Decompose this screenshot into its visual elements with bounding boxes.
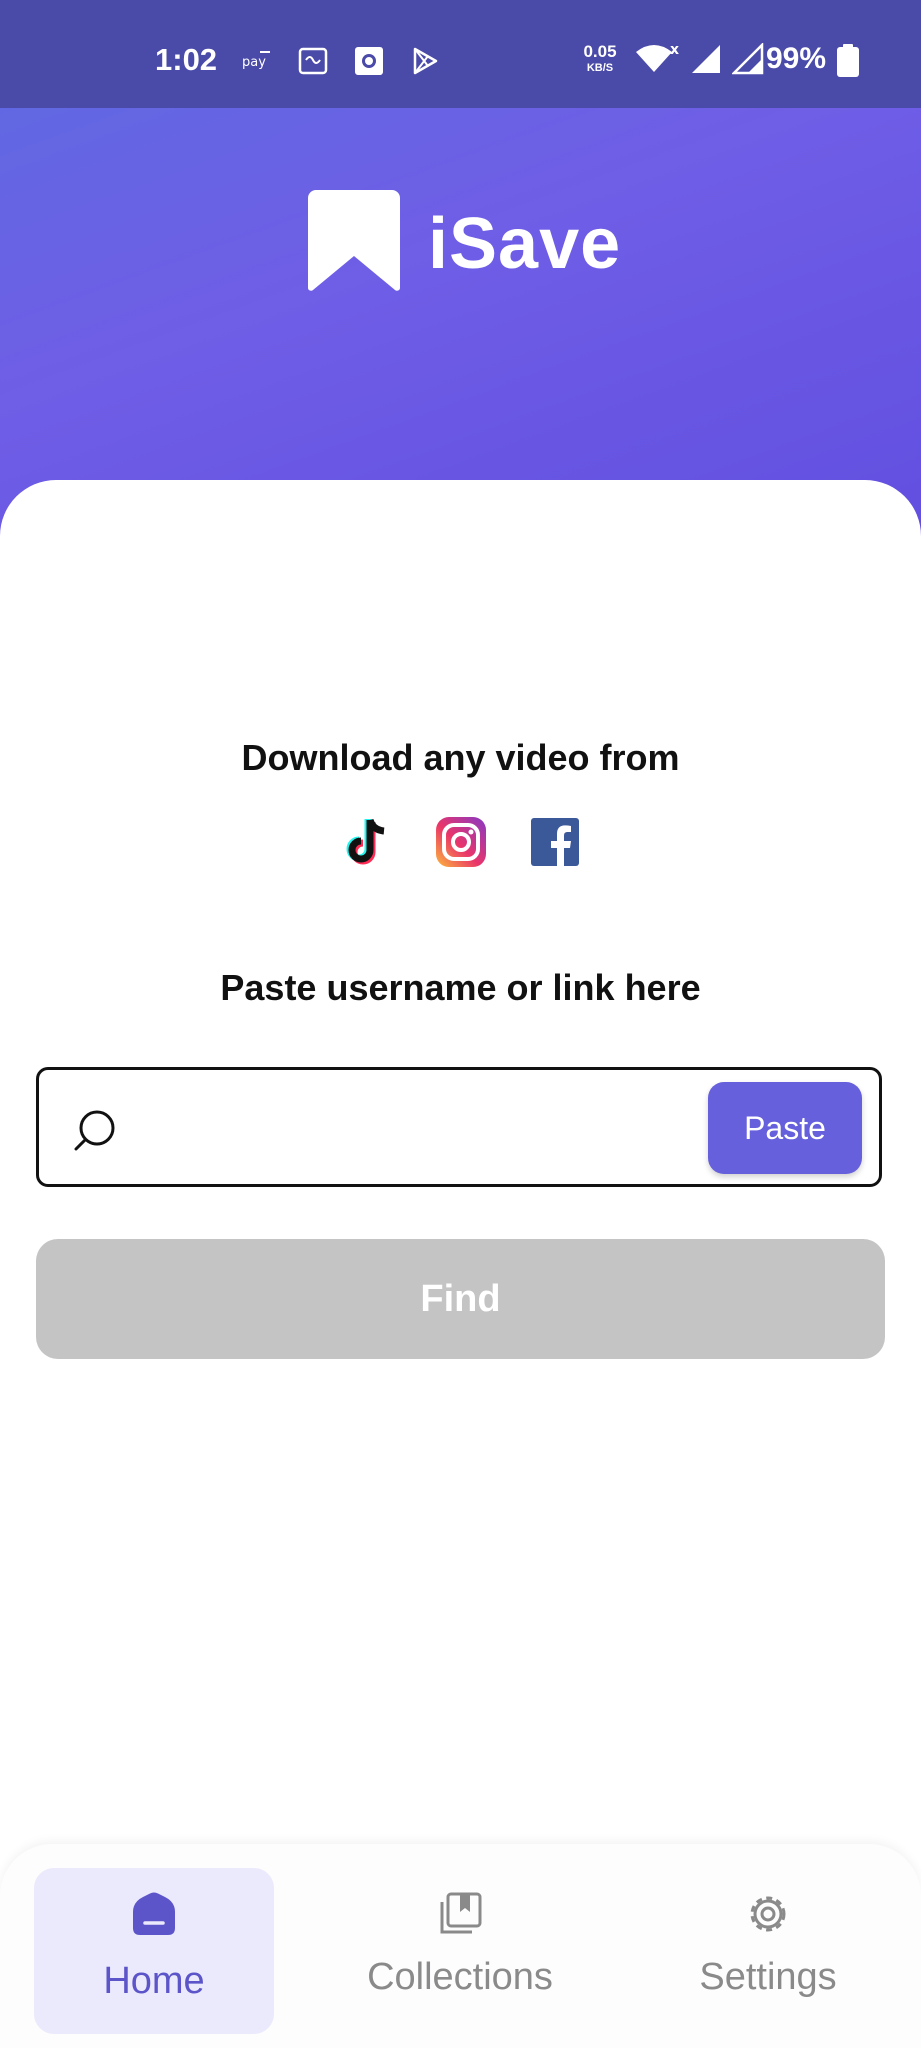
collections-icon [436,1890,484,1938]
nav-settings-label: Settings [699,1956,837,1998]
airtel-pay-icon: pay [240,44,274,78]
battery-percentage: 99% [766,42,827,75]
search-input[interactable] [139,1090,733,1168]
net-speed-value: 0.05 [583,42,617,61]
paste-button[interactable]: Paste [708,1082,862,1174]
app-header: 1:02 pay 0.05 KB/S x 99% iSave [0,0,921,560]
nav-collections[interactable]: Collections [340,1868,580,2034]
facebook-icon [528,815,582,869]
status-time: 1:02 [155,42,218,77]
tiktok-icon [340,815,394,869]
notification-icons: pay [240,44,442,78]
battery-icon [836,44,860,83]
home-icon [130,1890,178,1938]
net-speed: 0.05 KB/S [578,42,622,76]
wifi-icon: x [634,42,680,81]
net-speed-unit: KB/S [586,62,614,74]
nav-collections-label: Collections [367,1956,553,1998]
nav-home-label: Home [103,1960,205,2002]
download-heading: Download any video from [241,737,680,778]
platform-icons [0,815,921,869]
svg-text:x: x [670,42,679,58]
search-box: Paste [36,1067,882,1187]
signal-icon [690,43,722,80]
connectivity-icons: x [634,41,764,81]
instagram-icon [434,815,488,869]
play-store-icon [408,44,442,78]
gear-icon [744,1890,792,1938]
find-button[interactable]: Find [36,1239,885,1359]
bottom-nav: Home Collections Settings [0,1844,921,2048]
search-icon [73,1108,117,1152]
status-bar: 1:02 pay 0.05 KB/S x 99% [0,0,921,108]
app-name: iSave [428,203,622,284]
bookmark-icon [308,190,400,297]
nav-home[interactable]: Home [34,1868,274,2034]
calendar-icon [296,44,330,78]
signal-icon [730,41,764,80]
svg-text:pay: pay [242,55,266,70]
sun-icon [352,44,386,78]
paste-heading: Paste username or link here [220,967,701,1008]
app-logo: iSave [308,190,621,297]
nav-settings[interactable]: Settings [648,1868,888,2034]
